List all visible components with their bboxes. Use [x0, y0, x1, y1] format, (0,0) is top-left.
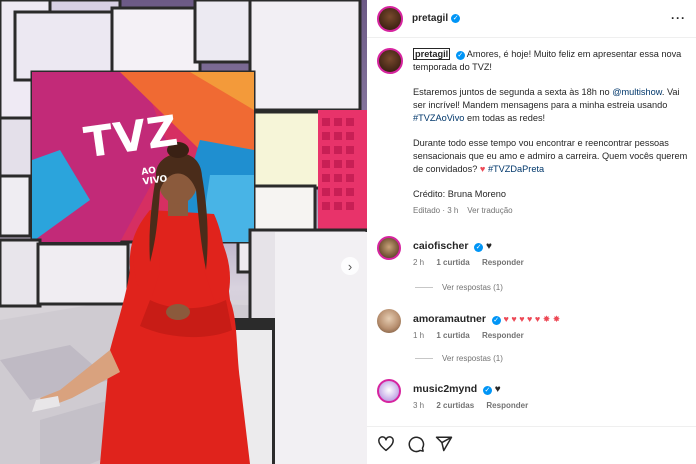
comment-line: caiofischer ✓ ♥ [413, 240, 492, 252]
caption-meta[interactable]: Editado · 3 h Ver tradução [413, 205, 693, 218]
comment-line: music2mynd ✓ ♥ [413, 383, 501, 395]
caption-text-1: Amores, é hoje! Muito feliz em apresenta… [413, 49, 682, 72]
post-panel: pretagil ✓ ··· pretagil ✓ Amores, é hoje… [367, 0, 696, 464]
comment-text: ♥ [486, 241, 492, 252]
caption-text-2c: em todas as redes! [464, 112, 546, 123]
comment-icon[interactable] [407, 435, 425, 453]
hashtag-link[interactable]: #TVZDaPreta [485, 164, 544, 174]
divider [415, 358, 433, 359]
comment-username[interactable]: caiofischer [413, 240, 468, 252]
comment-time: 1 h [413, 331, 425, 340]
comment-text: ♥ [494, 384, 501, 395]
comment-likes[interactable]: 1 curtida [436, 258, 469, 267]
share-icon[interactable] [435, 435, 453, 453]
avatar[interactable] [377, 236, 401, 260]
hashtag-link[interactable]: #TVZAoVivo [413, 113, 464, 123]
comment-time: 3 h [413, 401, 425, 410]
caption-avatar[interactable] [377, 48, 403, 74]
caption-body: pretagil ✓ Amores, é hoje! Muito feliz e… [413, 48, 693, 217]
comment-likes[interactable]: 1 curtida [436, 331, 469, 340]
reply-button[interactable]: Responder [486, 401, 528, 410]
comment-line: amoramautner ✓ ♥ ♥ ♥ ♥ ♥ ✸ ✸ [413, 313, 560, 325]
verified-icon: ✓ [474, 243, 484, 252]
comment-meta: 3 h 2 curtidas Responder [413, 401, 538, 410]
comment-text: ♥ ♥ ♥ ♥ ♥ ✸ ✸ [503, 314, 561, 324]
action-bar [367, 426, 696, 464]
caption-text-3: Durante todo esse tempo vou encontrar e … [413, 137, 688, 174]
comment-username[interactable]: music2mynd [413, 383, 477, 395]
divider [415, 287, 433, 288]
verified-icon: ✓ [482, 386, 492, 395]
view-replies-label: Ver respostas (1) [442, 354, 503, 363]
view-replies[interactable]: Ver respostas (1) [415, 354, 503, 363]
caption-username[interactable]: pretagil [413, 48, 451, 60]
comment-time: 2 h [413, 258, 425, 267]
photo-credit: Crédito: Bruna Moreno [413, 188, 506, 199]
comment-meta: 2 h 1 curtida Responder [413, 258, 534, 267]
comment-username[interactable]: amoramautner [413, 313, 486, 325]
next-icon[interactable]: › [341, 257, 359, 275]
verified-icon: ✓ [455, 51, 465, 60]
comment-likes[interactable]: 2 curtidas [436, 401, 474, 410]
view-replies[interactable]: Ver respostas (1) [415, 283, 503, 292]
more-icon[interactable]: ··· [671, 11, 686, 25]
caption-text-2a: Estaremos juntos de segunda a sexta às 1… [413, 87, 613, 98]
mention-link[interactable]: @multishow [612, 87, 662, 97]
heart-icon[interactable] [377, 435, 395, 453]
verified-icon: ✓ [491, 316, 501, 325]
verified-icon: ✓ [451, 14, 461, 23]
comment-meta: 1 h 1 curtida Responder [413, 331, 534, 340]
reply-button[interactable]: Responder [482, 331, 524, 340]
view-replies-label: Ver respostas (1) [442, 283, 503, 292]
studio-scene [0, 0, 367, 464]
reply-button[interactable]: Responder [482, 258, 524, 267]
ao-vivo-sign: AO VIVO [141, 164, 168, 188]
post-photo[interactable]: TVZ AO VIVO › [0, 0, 367, 464]
header-username[interactable]: pretagil [412, 13, 448, 24]
avatar[interactable] [377, 309, 401, 333]
avatar[interactable] [377, 379, 401, 403]
post-header: pretagil ✓ ··· [367, 0, 696, 38]
avatar[interactable] [377, 5, 403, 32]
